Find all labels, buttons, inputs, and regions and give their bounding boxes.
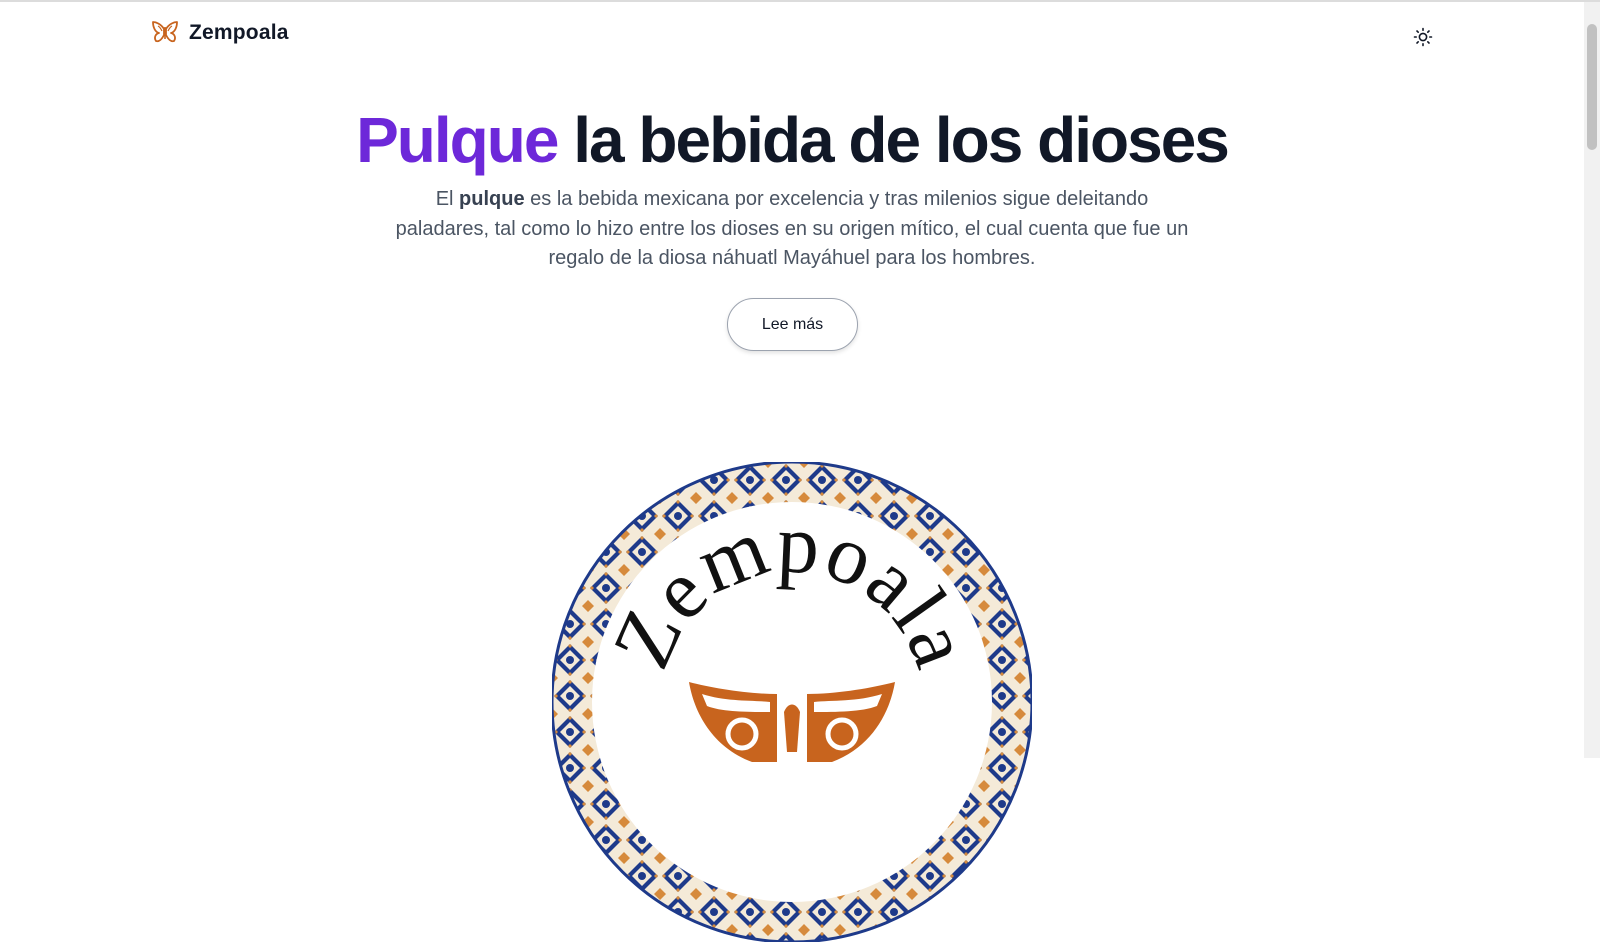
- navbar: Zempoala: [0, 2, 1584, 68]
- hero-title-accent: Pulque: [356, 104, 559, 176]
- hero-title: Pulque la bebida de los dioses: [0, 102, 1584, 178]
- hero-desc-bold: pulque: [459, 188, 525, 210]
- butterfly-icon: [152, 21, 178, 43]
- hero-description: El pulque es la bebida mexicana por exce…: [392, 185, 1192, 274]
- read-more-button[interactable]: Lee más: [727, 298, 858, 351]
- vertical-scrollbar[interactable]: [1584, 2, 1600, 758]
- sun-icon: [1413, 27, 1433, 47]
- hero-desc-prefix: El: [435, 188, 460, 210]
- hero-title-rest: la bebida de los dioses: [573, 104, 1230, 176]
- brand-name: Zempoala: [189, 21, 289, 44]
- zempoala-emblem-logo: Zempoala: [552, 462, 1032, 942]
- scrollbar-thumb[interactable]: [1587, 24, 1597, 150]
- theme-toggle-button[interactable]: [1410, 24, 1436, 50]
- brand-link[interactable]: Zempoala: [151, 19, 289, 47]
